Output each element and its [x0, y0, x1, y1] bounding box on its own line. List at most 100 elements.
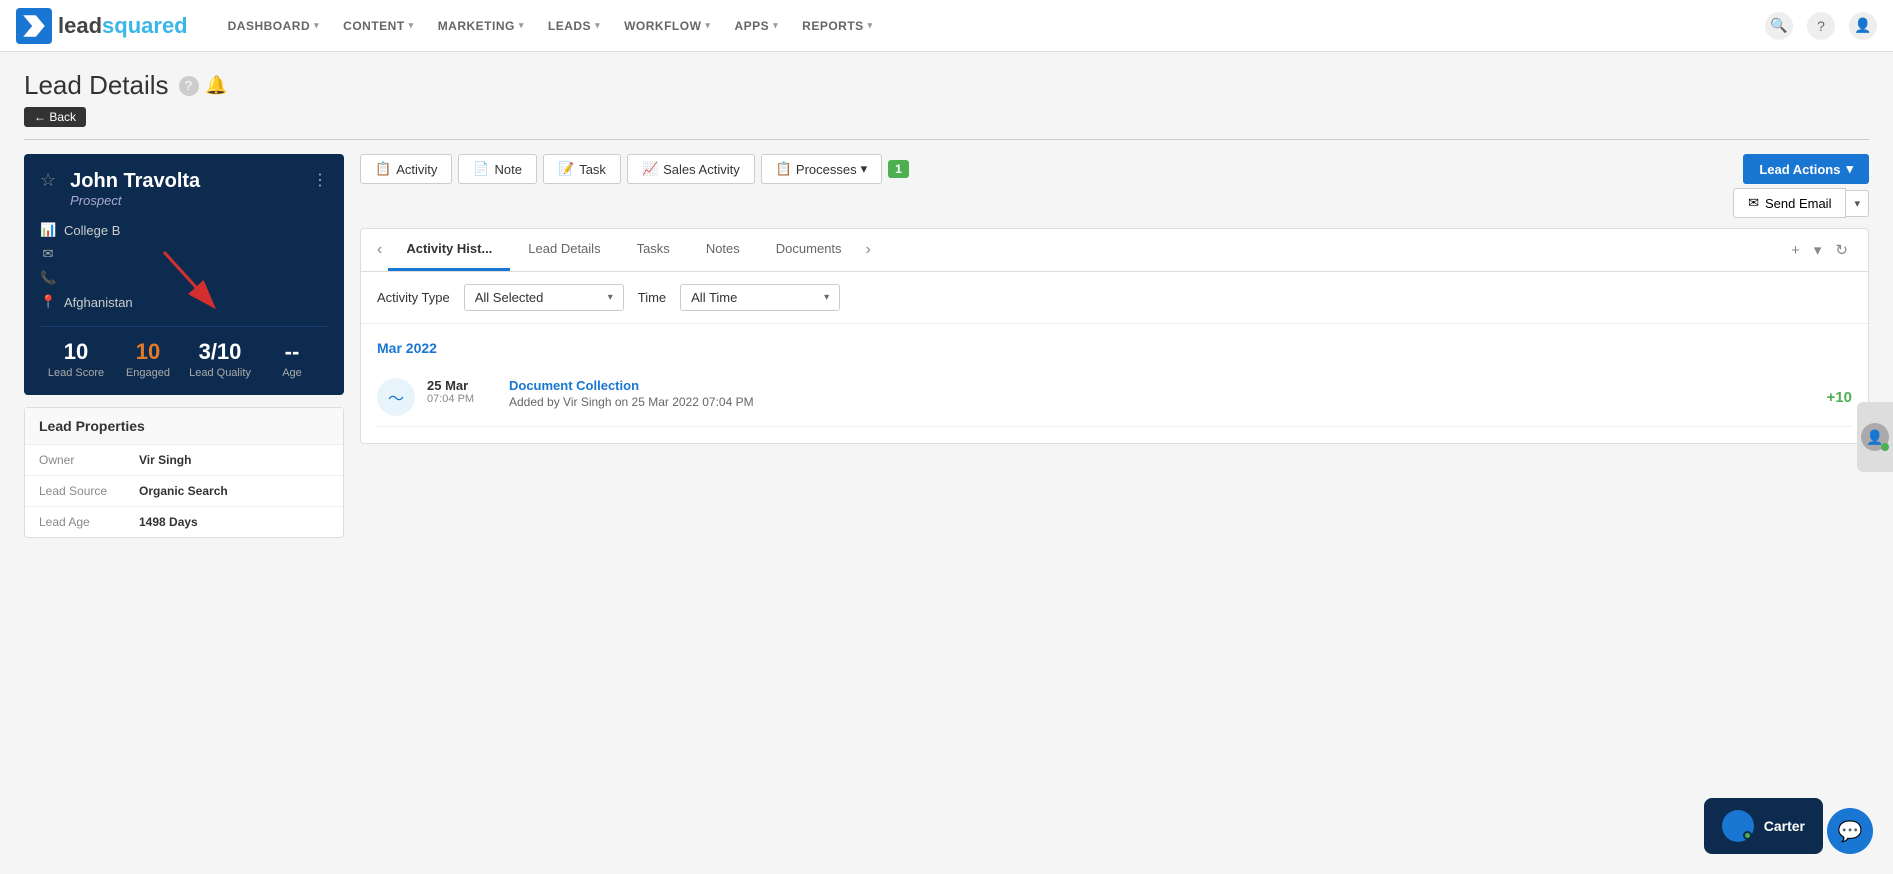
side-avatar-circle: 👤: [1861, 423, 1889, 451]
stat-lead-score: 10 Lead Score: [40, 339, 112, 379]
profile-phone-row: 📞: [40, 266, 328, 290]
online-indicator: [1881, 443, 1889, 451]
nav-leads[interactable]: LEADS ▾: [538, 0, 610, 52]
activity-title[interactable]: Document Collection: [509, 378, 1815, 393]
tabs-actions: + ▾ ↻: [1787, 237, 1858, 263]
stat-lead-score-value: 10: [40, 339, 112, 365]
tab-next-button[interactable]: ›: [860, 231, 877, 269]
chat-bubble-button[interactable]: 💬: [1827, 808, 1873, 854]
activity-icon-wrap: 〜: [377, 378, 415, 416]
chevron-down-icon: ▾: [314, 20, 319, 31]
sales-icon: 📈: [642, 161, 658, 177]
carter-widget[interactable]: 👤 Carter: [1704, 798, 1823, 854]
refresh-button[interactable]: ↻: [1831, 237, 1852, 263]
nav-workflow[interactable]: WORKFLOW ▾: [614, 0, 720, 52]
nav-apps[interactable]: APPS ▾: [724, 0, 788, 52]
page-header-icons: ? 🔔: [179, 76, 227, 96]
tab-dropdown-button[interactable]: ▾: [1810, 237, 1826, 263]
chevron-down-icon: ▾: [595, 20, 600, 31]
prop-lead-age-label: Lead Age: [39, 515, 139, 529]
month-label: Mar 2022: [377, 340, 1852, 356]
note-icon: 📄: [473, 161, 489, 177]
activity-pulse-icon: 〜: [388, 385, 404, 409]
star-icon[interactable]: ☆: [40, 170, 56, 191]
activity-type-select[interactable]: All Selected ▾: [464, 284, 624, 311]
left-panel: ☆ John Travolta Prospect ⋮ 📊 College B ✉: [24, 154, 344, 538]
profile-location-row: 📍 Afghanistan: [40, 290, 328, 314]
tab-tasks[interactable]: Tasks: [619, 229, 688, 271]
stat-lead-score-label: Lead Score: [40, 367, 112, 379]
email-icon: ✉: [1748, 195, 1759, 211]
profile-role: Prospect: [70, 193, 200, 208]
activity-item: 〜 25 Mar 07:04 PM Document Collection Ad…: [377, 368, 1852, 427]
processes-button[interactable]: 📋 Processes ▾: [761, 154, 882, 184]
nav-marketing[interactable]: MARKETING ▾: [428, 0, 534, 52]
send-email-row: ✉ Send Email ▾: [360, 188, 1869, 218]
nav-right: 🔍 ? 👤: [1765, 12, 1877, 40]
page-help-icon[interactable]: ?: [179, 76, 199, 96]
prop-owner: Owner Vir Singh: [25, 445, 343, 476]
chevron-down-icon: ▾: [608, 292, 613, 303]
profile-name: John Travolta: [70, 170, 200, 193]
activity-content: Document Collection Added by Vir Singh o…: [509, 378, 1815, 409]
right-panel: 📋 Activity 📄 Note 📝 Task 📈 Sales Activit…: [360, 154, 1869, 538]
action-buttons-right: Lead Actions ▾: [1743, 154, 1869, 184]
activity-date: 25 Mar 07:04 PM: [427, 378, 497, 405]
stat-age-value: --: [256, 339, 328, 365]
activity-button[interactable]: 📋 Activity: [360, 154, 452, 184]
activity-type-value: All Selected: [475, 290, 544, 305]
divider: [24, 139, 1869, 140]
logo[interactable]: leadsquared: [16, 8, 188, 44]
search-button[interactable]: 🔍: [1765, 12, 1793, 40]
tab-lead-details[interactable]: Lead Details: [510, 229, 618, 271]
logo-icon: [16, 8, 52, 44]
tab-prev-button[interactable]: ‹: [371, 231, 388, 269]
user-avatar-button[interactable]: 👤: [1849, 12, 1877, 40]
page-wrapper: Lead Details ? 🔔 ← Back ☆ John Travolta …: [0, 52, 1893, 874]
share-icon[interactable]: ⋮: [312, 170, 328, 190]
navbar: leadsquared DASHBOARD ▾ CONTENT ▾ MARKET…: [0, 0, 1893, 52]
side-avatar-panel[interactable]: 👤: [1857, 402, 1893, 472]
help-button[interactable]: ?: [1807, 12, 1835, 40]
chevron-down-icon: ▾: [519, 20, 524, 31]
page-header: Lead Details ? 🔔: [24, 70, 1869, 101]
profile-location: Afghanistan: [64, 295, 133, 310]
send-email-dropdown-button[interactable]: ▾: [1846, 190, 1869, 217]
back-button[interactable]: ← Back: [24, 107, 86, 127]
profile-email-row: ✉: [40, 242, 328, 266]
activity-body: Mar 2022 〜 25 Mar 07:04 PM Document Coll…: [361, 324, 1868, 443]
note-button[interactable]: 📄 Note: [458, 154, 537, 184]
action-buttons-left: 📋 Activity 📄 Note 📝 Task 📈 Sales Activit…: [360, 154, 909, 184]
stat-engaged-label: Engaged: [112, 367, 184, 379]
stat-lead-quality-label: Lead Quality: [184, 367, 256, 379]
bell-icon[interactable]: 🔔: [207, 76, 227, 96]
prop-lead-age: Lead Age 1498 Days: [25, 507, 343, 537]
badge-count[interactable]: 1: [888, 160, 909, 178]
activity-day: 25 Mar: [427, 378, 497, 393]
profile-org-row: 📊 College B: [40, 218, 328, 242]
logo-squared-text: squared: [102, 13, 188, 38]
stat-engaged-value: 10: [112, 339, 184, 365]
tab-activity-history[interactable]: Activity Hist...: [388, 229, 510, 271]
sales-activity-button[interactable]: 📈 Sales Activity: [627, 154, 755, 184]
location-icon: 📍: [40, 294, 56, 310]
task-button[interactable]: 📝 Task: [543, 154, 621, 184]
send-email-wrap: ✉ Send Email ▾: [1733, 188, 1869, 218]
profile-card: ☆ John Travolta Prospect ⋮ 📊 College B ✉: [24, 154, 344, 395]
carter-avatar: 👤: [1722, 810, 1754, 842]
chevron-down-icon: ▾: [705, 20, 710, 31]
task-icon: 📝: [558, 161, 574, 177]
time-select[interactable]: All Time ▾: [680, 284, 840, 311]
chevron-down-icon: ▾: [861, 161, 868, 177]
nav-reports[interactable]: REPORTS ▾: [792, 0, 883, 52]
time-label: Time: [638, 290, 666, 305]
activity-type-label: Activity Type: [377, 290, 450, 305]
tab-notes[interactable]: Notes: [688, 229, 758, 271]
tab-documents[interactable]: Documents: [758, 229, 860, 271]
nav-content[interactable]: CONTENT ▾: [333, 0, 424, 52]
add-tab-button[interactable]: +: [1787, 238, 1804, 263]
nav-dashboard[interactable]: DASHBOARD ▾: [218, 0, 330, 52]
processes-icon: 📋: [776, 161, 792, 177]
lead-actions-button[interactable]: Lead Actions ▾: [1743, 154, 1869, 184]
send-email-button[interactable]: ✉ Send Email: [1733, 188, 1846, 218]
